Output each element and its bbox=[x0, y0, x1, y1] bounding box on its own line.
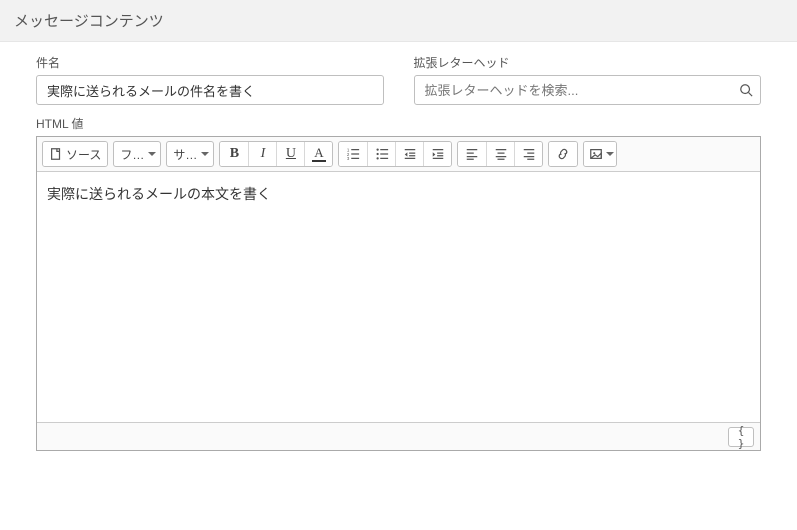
rich-text-editor: ソース フォーマット サイズ B I U A bbox=[36, 136, 761, 451]
toolbar-group-align bbox=[457, 141, 543, 167]
outdent-button[interactable] bbox=[395, 142, 423, 166]
underline-button[interactable]: U bbox=[276, 142, 304, 166]
html-value-label: HTML 値 bbox=[36, 115, 761, 132]
form-area: 件名 拡張レターヘッド bbox=[0, 42, 797, 115]
toolbar-group-list: 1 2 3 bbox=[338, 141, 452, 167]
letterhead-input[interactable] bbox=[414, 75, 762, 105]
toolbar-group-image bbox=[583, 141, 617, 167]
braces-icon: { } bbox=[735, 424, 747, 450]
size-dropdown[interactable]: サイズ bbox=[166, 141, 214, 167]
align-center-button[interactable] bbox=[486, 142, 514, 166]
align-right-button[interactable] bbox=[514, 142, 542, 166]
text-color-button[interactable]: A bbox=[304, 142, 332, 166]
document-icon bbox=[49, 147, 63, 161]
italic-button[interactable]: I bbox=[248, 142, 276, 166]
toolbar-group-link bbox=[548, 141, 578, 167]
chevron-down-icon bbox=[148, 152, 156, 156]
search-icon bbox=[739, 83, 753, 97]
align-right-icon bbox=[522, 147, 536, 161]
code-view-button[interactable]: { } bbox=[728, 427, 754, 447]
numbered-list-button[interactable]: 1 2 3 bbox=[339, 142, 367, 166]
align-left-icon bbox=[465, 147, 479, 161]
bullet-list-button[interactable] bbox=[367, 142, 395, 166]
indent-button[interactable] bbox=[423, 142, 451, 166]
source-button-label: ソース bbox=[66, 146, 101, 163]
image-icon bbox=[589, 147, 603, 161]
section-title: メッセージコンテンツ bbox=[14, 13, 164, 30]
section-header: メッセージコンテンツ bbox=[0, 0, 797, 42]
field-row: 件名 拡張レターヘッド bbox=[36, 54, 761, 105]
link-icon bbox=[556, 147, 570, 161]
bullet-list-icon bbox=[375, 147, 389, 161]
subject-input[interactable] bbox=[36, 75, 384, 105]
toolbar-group-textstyle: B I U A bbox=[219, 141, 333, 167]
editor-toolbar: ソース フォーマット サイズ B I U A bbox=[37, 137, 760, 172]
indent-icon bbox=[431, 147, 445, 161]
letterhead-field: 拡張レターヘッド bbox=[414, 54, 762, 105]
editor-footer: { } bbox=[37, 422, 760, 450]
subject-label: 件名 bbox=[36, 54, 384, 71]
editor-body[interactable]: 実際に送られるメールの本文を書く bbox=[37, 172, 760, 422]
svg-text:3: 3 bbox=[347, 156, 350, 161]
html-value-field: HTML 値 ソース フォーマット サイズ bbox=[0, 115, 797, 463]
numbered-list-icon: 1 2 3 bbox=[346, 147, 360, 161]
bold-button[interactable]: B bbox=[220, 142, 248, 166]
align-left-button[interactable] bbox=[458, 142, 486, 166]
subject-field: 件名 bbox=[36, 54, 384, 105]
align-center-icon bbox=[494, 147, 508, 161]
size-dropdown-label: サイズ bbox=[173, 146, 198, 163]
chevron-down-icon bbox=[606, 152, 614, 156]
toolbar-group-source: ソース bbox=[42, 141, 108, 167]
chevron-down-icon bbox=[201, 152, 209, 156]
source-button[interactable]: ソース bbox=[43, 142, 107, 166]
format-dropdown[interactable]: フォーマット bbox=[113, 141, 161, 167]
image-button[interactable] bbox=[584, 142, 616, 166]
outdent-icon bbox=[403, 147, 417, 161]
letterhead-lookup bbox=[414, 75, 762, 105]
link-button[interactable] bbox=[549, 142, 577, 166]
letterhead-label: 拡張レターヘッド bbox=[414, 54, 762, 71]
format-dropdown-label: フォーマット bbox=[120, 146, 145, 163]
